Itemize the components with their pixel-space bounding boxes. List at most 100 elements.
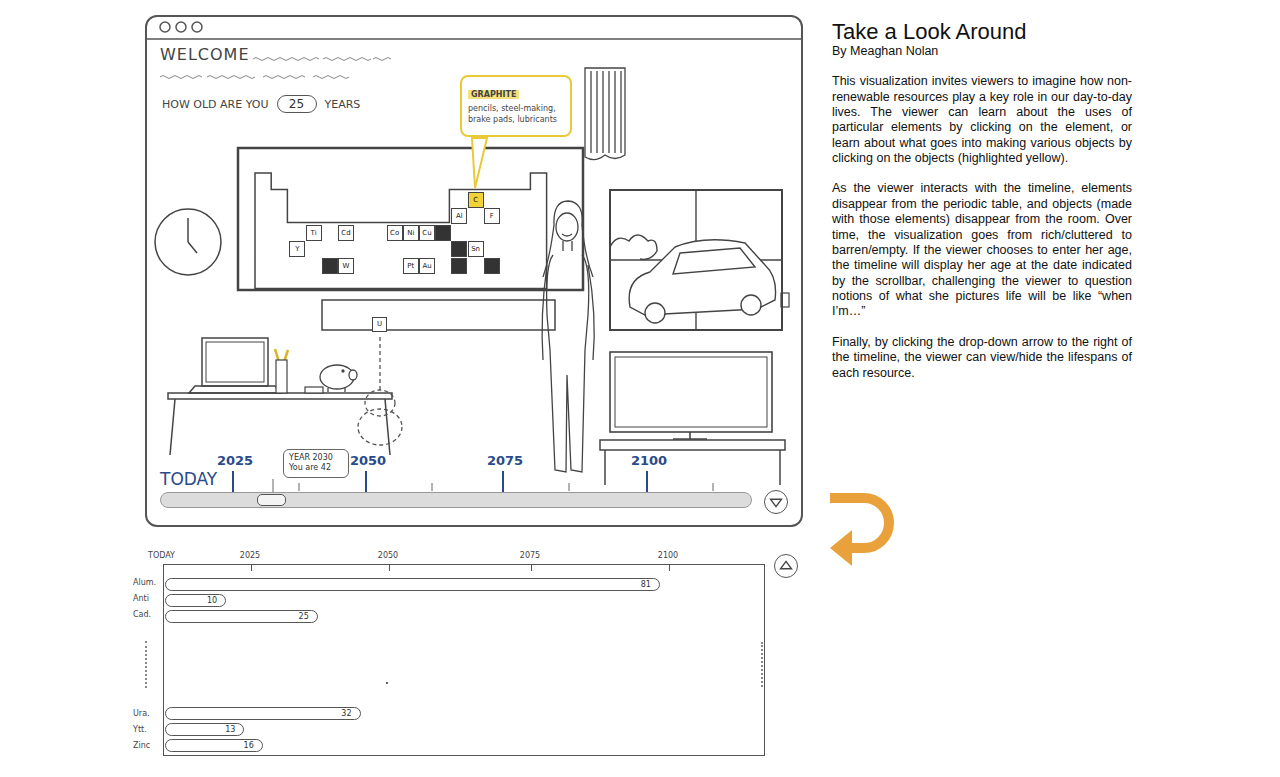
axis-year: 2100 [654,551,682,560]
element-cell[interactable]: Cu [419,225,435,241]
lifespan-bar[interactable]: 13 [165,723,244,736]
axis-tick [389,565,390,571]
page: WELCOME HOW OLD ARE YOU25YEARS GRAPHITEpen… [0,0,1280,777]
lifespan-collapse-button[interactable] [774,554,798,578]
triangle-down-icon [765,490,787,514]
resource-row: 25 [165,608,764,624]
resource-row: 13 [165,721,764,737]
title-bar-line [145,38,803,40]
mockup-column: WELCOME HOW OLD ARE YOU25YEARS GRAPHITEpen… [0,0,820,777]
lifespan-toggle-button[interactable] [764,490,788,514]
resource-row: 32 [165,705,764,721]
resource-label: Anti [133,591,163,607]
element-cell[interactable]: Co [387,225,403,241]
element-cell[interactable]: Al [451,208,467,224]
timeline-scrollbar[interactable] [160,492,752,508]
timeline-year: 2025 [215,453,255,468]
resource-label: Cad. [133,607,163,623]
element-cell[interactable]: Au [419,258,435,274]
resource-label: Alum. [133,575,163,591]
lifespan-bar[interactable]: 10 [165,594,226,607]
tv-icon[interactable] [610,352,772,439]
axis-tick [669,565,670,571]
axis-year: 2050 [374,551,402,560]
article-author: By Meaghan Nolan [832,44,1132,59]
element-cell[interactable]: F [484,208,500,224]
lifespan-axis: TODAY 2025 2050 2075 2100 [133,547,800,564]
tooltip-stem [273,479,274,493]
tooltip-age: You are 42 [289,463,343,473]
article: Take a Look AroundBy Meaghan Nolan This v… [832,0,1132,777]
element-cell[interactable]: Ti [306,225,322,241]
lifespan-bar[interactable]: 81 [165,578,660,591]
element-cell[interactable]: Y [289,241,305,257]
triangle-up-icon [775,554,797,578]
timeline-year: 2050 [348,453,388,468]
browser-window: WELCOME HOW OLD ARE YOU25YEARS GRAPHITEpen… [145,15,803,527]
article-title: Take a Look Around [832,20,1132,44]
tooltip-pointer [472,138,487,188]
lifespan-bar[interactable]: 32 [165,707,361,720]
resource-label: Zinc [133,738,163,754]
axis-tick [251,565,252,571]
resource-label: Ura. [133,706,163,722]
article-paragraph: Finally, by clicking the drop-down arrow… [832,335,1132,381]
window-buttons-icon [160,22,202,32]
phone-icon[interactable] [305,387,323,393]
resource-row: 81 [165,576,764,592]
tooltip-title: GRAPHITE [468,90,519,99]
tv-stand-icon [600,440,785,485]
resource-label: Ytt. [133,722,163,738]
element-cell[interactable] [322,258,338,274]
lifespan-panel: TODAY 2025 2050 2075 2100 Alum.AntiCad. Ura.Yt… [133,547,800,756]
year-tooltip: YEAR 2030You are 42 [283,449,349,478]
element-cell[interactable]: W [338,258,354,274]
element-tooltip: GRAPHITEpencils, steel-making, brake pad… [460,75,572,137]
lifespan-chart: Alum.AntiCad. Ura.Ytt.Zinc 81 10 25 32 13 16 [133,564,800,756]
timeline-year: 2100 [629,453,669,468]
welcome-title: WELCOME [160,45,250,64]
element-cell[interactable]: Ni [403,225,419,241]
f-block-bar [322,300,555,330]
bar-value: 10 [207,596,217,605]
element-cell[interactable]: Sn [468,241,484,257]
element-cell[interactable] [451,258,467,274]
age-row: HOW OLD ARE YOU25YEARS [162,95,360,113]
resource-row: 10 [165,592,764,608]
lifespan-bar[interactable]: 25 [165,610,318,623]
bar-value: 81 [641,580,651,589]
scrollbar-thumb[interactable] [257,494,286,506]
more-rows-dots [145,641,163,688]
guitar-icon[interactable] [358,337,402,445]
bar-value: 16 [244,741,254,750]
axis-year: 2075 [516,551,544,560]
element-cell[interactable]: Pt [403,258,419,274]
element-cell[interactable]: C [468,192,484,208]
chart-frame: 81 10 25 32 13 16 [163,564,765,756]
bar-value: 32 [341,709,351,718]
age-input[interactable]: 25 [277,95,317,113]
timeline-today: TODAY [160,469,217,489]
bar-value: 25 [299,612,309,621]
curved-arrow-icon [826,488,898,578]
article-paragraph: As the viewer interacts with the timelin… [832,181,1132,319]
laptop-icon[interactable] [189,338,281,393]
axis-year: 2025 [236,551,264,560]
element-cell[interactable]: Cd [338,225,354,241]
element-cell[interactable] [435,225,451,241]
element-cell[interactable] [451,241,467,257]
bar-value: 13 [225,725,235,734]
pencil-cup-icon[interactable] [275,349,288,393]
element-cell[interactable]: U [372,317,387,332]
light-switch-icon [781,293,789,307]
piggy-bank-icon[interactable] [320,365,357,392]
lifespan-bar[interactable]: 16 [165,739,263,752]
curtain-icon [585,68,625,160]
window-car-picture-icon[interactable] [610,190,782,330]
axis-today: TODAY [148,551,175,560]
element-cell[interactable] [484,258,500,274]
board-frame [238,148,583,290]
article-paragraph: This visualization invites viewers to im… [832,74,1132,166]
resource-labels: Alum.AntiCad. Ura.Ytt.Zinc [133,564,163,756]
tooltip-year: YEAR 2030 [289,453,343,463]
